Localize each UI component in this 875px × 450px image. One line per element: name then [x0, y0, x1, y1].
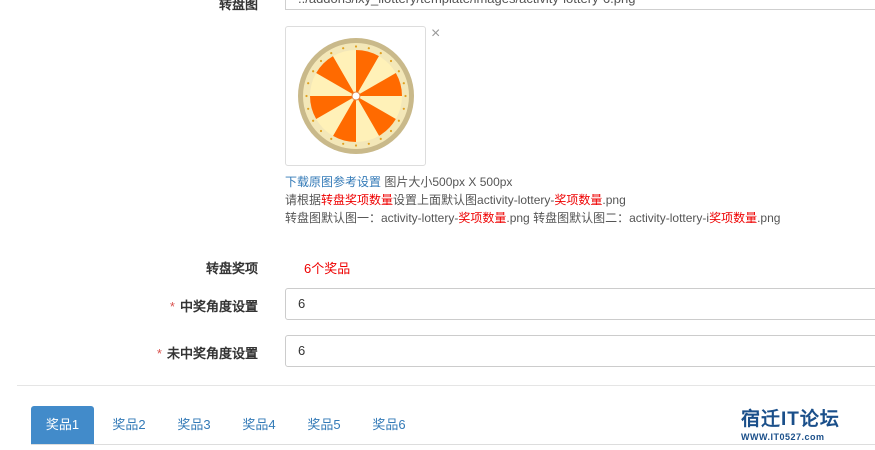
- required-mark: *: [169, 299, 175, 314]
- download-original-link[interactable]: 下载原图参考设置: [285, 175, 381, 189]
- lose-angle-input[interactable]: 6: [285, 335, 875, 367]
- tab-prize-2[interactable]: 奖品2: [100, 406, 158, 444]
- note-line-2: 请根据转盘奖项数量设置上面默认图activity-lottery-奖项数量.pn…: [285, 193, 626, 207]
- watermark-url: WWW.IT0527.com: [741, 432, 825, 442]
- tabs-baseline: [31, 444, 875, 445]
- watermark-logo: 宿迁IT论坛 WWW.IT0527.com: [741, 404, 840, 442]
- tab-prize-3[interactable]: 奖品3: [165, 406, 223, 444]
- win-angle-label: * 中奖角度设置: [169, 299, 258, 314]
- remove-image-icon[interactable]: ×: [431, 26, 440, 42]
- prizes-count-value: 6个奖品: [304, 261, 351, 276]
- prizes-label: 转盘奖项: [205, 261, 258, 276]
- win-angle-input[interactable]: 6: [285, 288, 875, 320]
- tab-prize-1[interactable]: 奖品1: [31, 406, 94, 444]
- note-line-1: 下载原图参考设置 图片大小500px X 500px: [285, 175, 513, 189]
- tab-prize-6[interactable]: 奖品6: [360, 406, 418, 444]
- watermark-title: 宿迁IT论坛: [741, 409, 840, 430]
- tab-prize-4[interactable]: 奖品4: [230, 406, 288, 444]
- wheel-image-preview: [285, 26, 426, 166]
- lottery-wheel-image: [298, 38, 414, 154]
- lose-angle-label: * 未中奖角度设置: [156, 346, 258, 361]
- wheel-image-path-input[interactable]: ../addons/ixy_llottery/template/images/a…: [285, 0, 875, 10]
- required-mark: *: [156, 346, 162, 361]
- wheel-image-label: 转盘图: [218, 0, 258, 12]
- note-line-3: 转盘图默认图一：activity-lottery-奖项数量.png 转盘图默认图…: [285, 211, 781, 225]
- section-divider: [17, 385, 875, 386]
- tab-prize-5[interactable]: 奖品5: [295, 406, 353, 444]
